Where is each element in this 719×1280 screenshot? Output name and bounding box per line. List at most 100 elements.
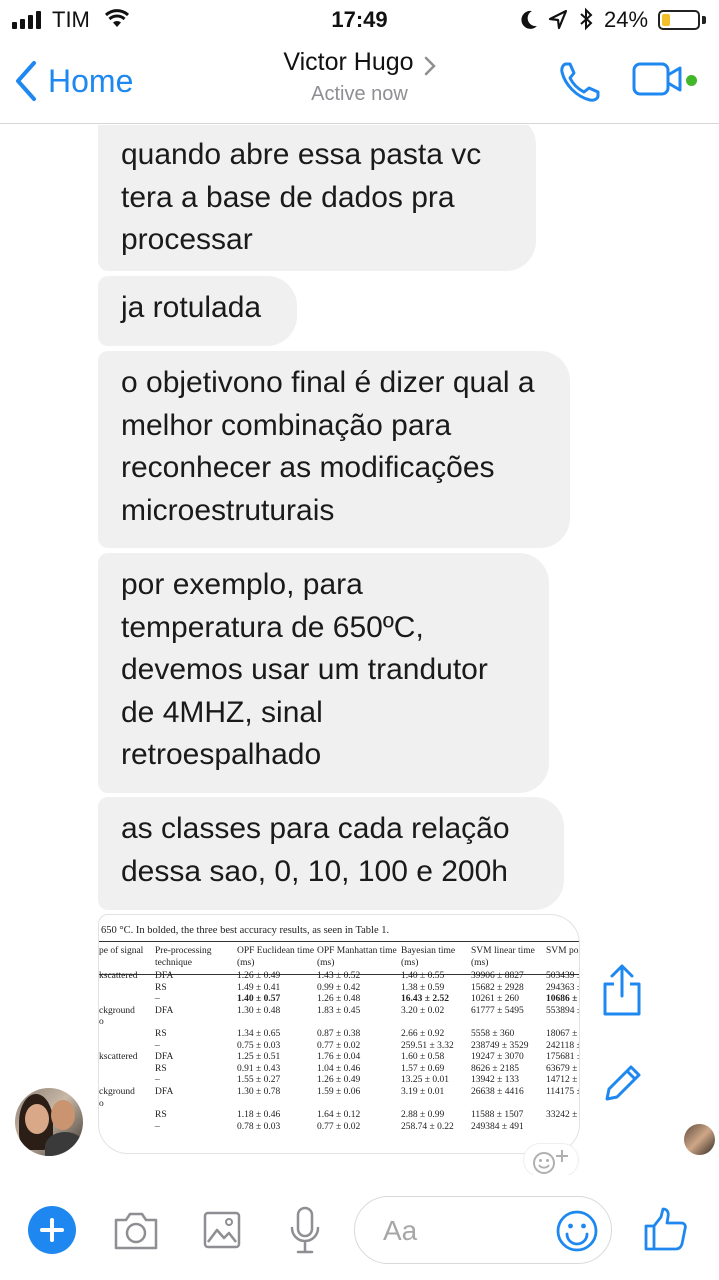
table-cell: DFA bbox=[155, 1005, 174, 1016]
table-cell: RS bbox=[155, 1028, 167, 1039]
table-cell: 13.25 ± 0.01 bbox=[401, 1075, 449, 1086]
table-cell: – bbox=[155, 1040, 160, 1051]
image-message[interactable]: 650 °C. In bolded, the three best accura… bbox=[98, 914, 580, 1154]
message-bubble[interactable]: ja rotulada bbox=[98, 276, 297, 346]
table-cell: 2.66 ± 0.92 bbox=[401, 1028, 445, 1039]
table-cell: 259.51 ± 3.32 bbox=[401, 1040, 454, 1051]
table-cell: 3.19 ± 0.01 bbox=[401, 1086, 445, 1097]
table-cell: 1.26 ± 0.49 bbox=[317, 1075, 361, 1086]
table-cell bbox=[237, 1017, 317, 1029]
presence-status: Active now bbox=[311, 83, 408, 105]
table-header-cell: OPF Euclidean time (ms) bbox=[237, 946, 315, 968]
back-button[interactable]: Home bbox=[14, 58, 133, 104]
table-cell: 1.43 ± 0.52 bbox=[317, 971, 361, 981]
chevron-left-icon bbox=[16, 61, 36, 101]
table-cell: 0.77 ± 0.02 bbox=[317, 1040, 361, 1051]
location-icon bbox=[548, 9, 568, 30]
table-header-cell: SVM pol time (ms bbox=[546, 946, 580, 956]
table-row: – 0.78 ± 0.03 0.77 ± 0.02 258.74 ± 0.22 2493… bbox=[99, 1121, 579, 1134]
table-cell: 1.40 ± 0.57 bbox=[237, 994, 281, 1005]
table-cell: 63679 ± bbox=[546, 1063, 578, 1074]
camera-icon[interactable] bbox=[112, 1210, 160, 1252]
table-rule bbox=[99, 941, 579, 942]
table-row: RS 1.34 ± 0.65 0.87 ± 0.38 2.66 ± 0.92 5558 … bbox=[99, 1028, 579, 1041]
battery-icon bbox=[658, 10, 700, 30]
table-row: ckground DFA 1.30 ± 0.78 1.59 ± 0.06 3.19 ± … bbox=[99, 1086, 580, 1099]
microphone-icon[interactable] bbox=[288, 1206, 322, 1256]
table-cell: kscattered bbox=[99, 971, 138, 981]
table-cell: 1.30 ± 0.78 bbox=[237, 1086, 281, 1097]
edit-pencil-icon[interactable] bbox=[601, 1061, 645, 1105]
table-cell: 1.38 ± 0.59 bbox=[401, 982, 445, 993]
table-cell bbox=[471, 1099, 546, 1111]
table-cell bbox=[317, 1017, 401, 1029]
table-cell: 1.26 ± 0.49 bbox=[237, 971, 281, 981]
table-cell: 19247 ± 3070 bbox=[471, 1052, 524, 1063]
table-cell bbox=[155, 1017, 237, 1029]
emoji-icon[interactable] bbox=[555, 1209, 599, 1253]
table-cell: 13942 ± 133 bbox=[471, 1075, 519, 1086]
message-composer: Aa bbox=[0, 1180, 719, 1280]
emoji-plus-icon bbox=[533, 1150, 568, 1174]
table-cell bbox=[99, 994, 155, 1006]
table-row: ckground DFA 1.30 ± 0.48 1.83 ± 0.45 3.20 ± … bbox=[99, 1005, 579, 1018]
table-body: kscattered DFA 1.26 ± 0.49 1.43 ± 0.52 1.40 … bbox=[99, 971, 580, 1134]
table-cell: 0.78 ± 0.03 bbox=[237, 1121, 281, 1132]
table-cell bbox=[471, 1017, 546, 1029]
table-header-cell: Bayesian time (ms) bbox=[401, 946, 456, 968]
phone-icon[interactable] bbox=[556, 58, 604, 106]
conversation-header: Home Victor Hugo Active now bbox=[0, 40, 719, 124]
table-cell: 18067 ± bbox=[546, 1028, 578, 1039]
add-reaction-button[interactable] bbox=[523, 1143, 579, 1175]
table-cell bbox=[546, 1122, 579, 1134]
table-cell: 26638 ± 4416 bbox=[471, 1086, 524, 1097]
table-cell: 14712 ± bbox=[546, 1075, 578, 1086]
table-row: kscattered DFA 1.26 ± 0.49 1.43 ± 0.52 1.40 … bbox=[99, 971, 579, 983]
table-cell: 11588 ± 1507 bbox=[471, 1110, 524, 1121]
table-cell bbox=[99, 1075, 155, 1087]
table-cell bbox=[546, 1099, 579, 1111]
bluetooth-icon bbox=[580, 7, 593, 31]
contact-info[interactable]: Victor Hugo Active now bbox=[200, 48, 519, 106]
like-icon[interactable] bbox=[643, 1206, 689, 1252]
table-cell: 10686 ± bbox=[546, 994, 578, 1005]
message-bubble[interactable]: quando abre essa pasta vc tera a base de… bbox=[98, 125, 536, 271]
table-cell: ckground bbox=[99, 1005, 135, 1016]
table-cell: 249384 ± 491 bbox=[471, 1121, 524, 1132]
table-cell: kscattered bbox=[99, 1052, 138, 1063]
contact-avatar[interactable] bbox=[15, 1088, 83, 1156]
table-row: RS 1.49 ± 0.41 0.99 ± 0.42 1.38 ± 0.59 15682… bbox=[99, 982, 579, 995]
table-cell: 1.34 ± 0.65 bbox=[237, 1028, 281, 1039]
battery-level bbox=[662, 14, 670, 26]
table-cell bbox=[99, 1064, 155, 1076]
table-row: – 1.55 ± 0.27 1.26 ± 0.49 13.25 ± 0.01 13942… bbox=[99, 1075, 579, 1087]
table-cell: 1.64 ± 0.12 bbox=[317, 1110, 361, 1121]
table-cell: 5558 ± 360 bbox=[471, 1028, 515, 1039]
message-bubble[interactable]: o objetivono final é dizer qual a melhor… bbox=[98, 351, 570, 548]
table-cell: 242118 ± bbox=[546, 1040, 580, 1051]
table-header-cell: pe of signal bbox=[99, 946, 144, 956]
message-bubble[interactable]: as classes para cada relação dessa sao, … bbox=[98, 797, 564, 910]
table-cell: RS bbox=[155, 1110, 167, 1121]
read-receipt-avatar bbox=[684, 1124, 715, 1155]
table-cell bbox=[401, 1017, 471, 1029]
table-cell: 114175 ± bbox=[546, 1086, 580, 1097]
share-icon[interactable] bbox=[601, 962, 643, 1018]
results-table: pe of signal Pre-processing technique OP… bbox=[99, 943, 580, 1134]
table-cell: ckground bbox=[99, 1086, 135, 1097]
message-bubble[interactable]: por exemplo, para temperatura de 650ºC, … bbox=[98, 553, 549, 793]
table-cell: DFA bbox=[155, 1052, 174, 1063]
table-cell: DFA bbox=[155, 1086, 174, 1097]
table-header-cell: Pre-processing technique bbox=[155, 946, 212, 968]
table-cell: – bbox=[155, 994, 160, 1005]
video-icon[interactable] bbox=[632, 62, 684, 96]
table-cell: 1.55 ± 0.27 bbox=[237, 1075, 281, 1086]
table-cell: 258.74 ± 0.22 bbox=[401, 1121, 454, 1132]
table-cell: 1.18 ± 0.46 bbox=[237, 1110, 281, 1121]
table-cell: 1.26 ± 0.48 bbox=[317, 994, 361, 1005]
plus-icon[interactable] bbox=[28, 1206, 76, 1254]
table-cell bbox=[401, 1099, 471, 1111]
table-cell: DFA bbox=[155, 971, 174, 981]
input-placeholder: Aa bbox=[383, 1215, 418, 1246]
gallery-icon[interactable] bbox=[202, 1210, 242, 1250]
